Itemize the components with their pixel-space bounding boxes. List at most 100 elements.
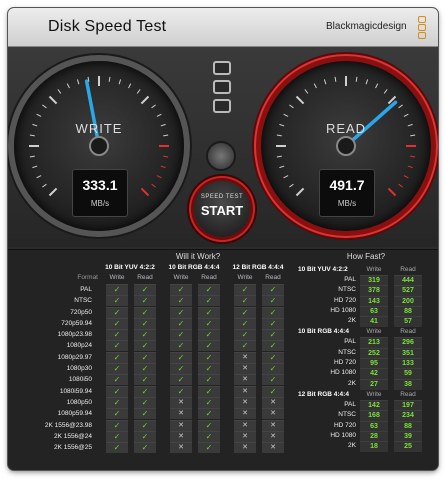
wiw-format-label: 2K 1556@25	[53, 444, 92, 452]
read-gauge-tick	[279, 165, 285, 169]
wiw-sub-read: Read	[265, 274, 281, 281]
cross-icon: ✕	[234, 363, 256, 375]
title-bar[interactable]: Disk Speed Test Blackmagicdesign	[8, 8, 438, 47]
check-icon: ✓	[170, 284, 192, 295]
hf-row: HD 1080 63 88	[298, 305, 434, 317]
write-gauge-tick	[128, 83, 132, 89]
check-icon: ✓	[106, 295, 128, 307]
hf-row: 2K 27 38	[298, 378, 434, 390]
write-speed-value: 333.1	[82, 177, 118, 193]
write-gauge-tick	[32, 165, 38, 169]
write-gauge-tick	[29, 155, 35, 158]
will-it-work-title: Will it Work?	[175, 252, 221, 261]
settings-stack-icon[interactable]	[211, 61, 233, 118]
hf-read-header: Read	[400, 328, 416, 336]
write-gauge-tick	[136, 89, 141, 94]
check-icon: ✓	[106, 430, 128, 442]
hf-read-header: Read	[400, 390, 416, 398]
cross-icon: ✕	[234, 408, 256, 420]
check-icon: ✓	[234, 340, 256, 352]
wiw-row: PAL ✓ ✓ ✓ ✓ ✓ ✓	[8, 284, 298, 295]
gear-icon[interactable]	[208, 143, 234, 169]
write-speed-readout: 333.1 MB/s	[72, 169, 128, 217]
start-button[interactable]: SPEED TEST START	[194, 181, 250, 237]
check-icon: ✓	[234, 284, 256, 295]
read-speed-value: 491.7	[329, 177, 365, 193]
brand-logo-text: Blackmagicdesign	[326, 21, 407, 32]
check-icon: ✓	[106, 363, 128, 375]
read-gauge-hub	[336, 136, 356, 156]
write-speed-unit: MB/s	[90, 199, 110, 208]
wiw-row: 1080p23.98 ✓ ✓ ✓ ✓ ✓ ✓	[8, 329, 298, 341]
read-gauge-label: READ	[325, 121, 367, 136]
wiw-row: 2K 1556@23.98 ✓ ✓ ✕ ✓ ✕ ✕	[8, 419, 298, 431]
wiw-format-label: 1080p29.97	[57, 353, 92, 361]
cross-icon: ✕	[170, 396, 192, 408]
wiw-row: 2K 1556@25 ✓ ✓ ✕ ✓ ✕ ✕	[8, 442, 298, 454]
check-icon: ✓	[234, 295, 256, 307]
check-icon: ✓	[170, 306, 192, 318]
check-icon: ✓	[170, 317, 192, 329]
cross-icon: ✕	[170, 419, 192, 431]
wiw-row: 2K 1556@24 ✓ ✓ ✕ ✓ ✕ ✕	[8, 430, 298, 442]
wiw-sub-write: Write	[237, 274, 253, 281]
how-fast-table: 10 Bit YUV 4:2:2 Write Read PAL 319 444 NTSC 37…	[298, 264, 434, 453]
read-gauge-tick	[383, 89, 388, 94]
how-fast-title: How Fast?	[346, 252, 386, 261]
cross-icon: ✕	[170, 442, 192, 454]
write-gauge-tick	[156, 175, 162, 179]
hf-format-label: PAL	[344, 400, 356, 408]
cross-icon: ✕	[262, 419, 284, 431]
read-gauge-tick	[289, 183, 294, 188]
check-icon: ✓	[262, 306, 284, 318]
disk-speed-test-window: Disk Speed Test Blackmagicdesign WRITE 3…	[8, 8, 438, 470]
read-gauge-tick	[398, 183, 403, 188]
hf-format-label: NTSC	[338, 348, 356, 356]
hf-group-header: 10 Bit RGB 4:4:4 Write Read	[298, 326, 434, 337]
check-icon: ✓	[262, 385, 284, 397]
wiw-group-rgb444-10: 10 Bit RGB 4:4:4	[168, 264, 220, 271]
check-icon: ✓	[170, 329, 192, 341]
wiw-row: NTSC ✓ ✓ ✓ ✓ ✓ ✓	[8, 295, 298, 307]
wiw-row: 1080p59.94 ✓ ✓ ✕ ✓ ✕ ✕	[8, 408, 298, 420]
wiw-format-label: 720p50	[70, 308, 92, 316]
hf-row: HD 720 63 88	[298, 420, 434, 432]
wiw-format-label: NTSC	[74, 297, 92, 305]
cross-icon: ✕	[262, 430, 284, 442]
write-gauge-tick	[163, 155, 169, 158]
hf-format-label: 2K	[348, 379, 356, 387]
hf-write-header: Write	[366, 266, 382, 273]
check-icon: ✓	[262, 295, 284, 307]
wiw-sub-write: Write	[173, 274, 189, 281]
cross-icon: ✕	[262, 442, 284, 454]
check-icon: ✓	[134, 442, 156, 454]
hf-row: NTSC 378 527	[298, 285, 434, 297]
check-icon: ✓	[134, 408, 156, 420]
hf-row: HD 1080 28 39	[298, 430, 434, 442]
hf-format-label: 2K	[348, 317, 356, 325]
cross-icon: ✕	[234, 374, 256, 386]
check-icon: ✓	[106, 351, 128, 363]
read-gauge-tick	[283, 175, 289, 179]
cross-icon: ✕	[234, 351, 256, 363]
wiw-format-label: 1080i59.94	[59, 387, 92, 395]
hf-format-label: HD 720	[333, 421, 356, 429]
read-gauge-tick	[313, 83, 317, 89]
hf-format-label: NTSC	[338, 411, 356, 419]
write-gauge-tick	[151, 183, 156, 188]
check-icon: ✓	[134, 363, 156, 375]
hf-format-label: PAL	[344, 338, 356, 346]
check-icon: ✓	[170, 295, 192, 307]
hf-format-label: HD 1080	[330, 369, 356, 377]
hf-format-label: 2K	[348, 442, 356, 450]
hf-group-name: 12 Bit RGB 4:4:4	[298, 390, 349, 398]
write-gauge-tick	[151, 104, 156, 109]
write-gauge-tick	[48, 95, 58, 105]
read-gauge-tick	[283, 113, 289, 117]
write-gauge-tick	[108, 76, 111, 82]
check-icon: ✓	[134, 351, 156, 363]
write-gauge-tick	[160, 165, 166, 169]
hf-row: PAL 142 197	[298, 399, 434, 411]
blackmagic-logo-icon	[416, 16, 428, 40]
hf-group-name: 10 Bit YUV 4:2:2	[298, 266, 348, 273]
